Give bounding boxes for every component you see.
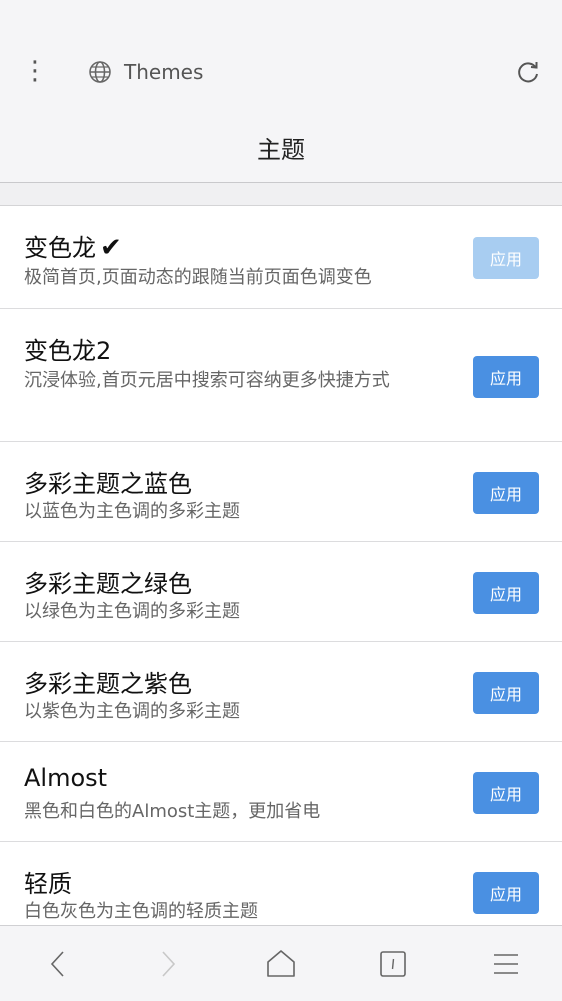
apply-button[interactable]: 应用 <box>473 472 539 514</box>
theme-name: 多彩主题之绿色 <box>24 570 192 598</box>
theme-description: 黑色和白色的Almost主题，更加省电 <box>24 801 321 822</box>
apply-button[interactable]: 应用 <box>473 672 539 714</box>
theme-item: 变色龙 ✔ 极简首页,页面动态的跟随当前页面色调变色 应用 <box>0 206 562 309</box>
theme-name: Almost <box>24 764 108 792</box>
theme-name: 变色龙 ✔ <box>24 228 122 263</box>
theme-name: 变色龙2 <box>24 337 112 365</box>
theme-description: 白色灰色为主色调的轻质主题 <box>24 901 258 922</box>
theme-name: 轻质 <box>24 870 72 898</box>
more-menu-icon[interactable]: ⋮ <box>22 58 48 88</box>
theme-item: 变色龙2 沉浸体验,首页元居中搜索可容纳更多快捷方式 应用 <box>0 309 562 442</box>
theme-name: 多彩主题之紫色 <box>24 670 192 698</box>
refresh-icon[interactable] <box>514 58 542 86</box>
forward-icon[interactable] <box>148 944 188 984</box>
theme-description: 以蓝色为主色调的多彩主题 <box>24 501 240 522</box>
apply-button[interactable]: 应用 <box>473 237 539 279</box>
bottom-nav-bar <box>0 925 562 1001</box>
theme-name: 多彩主题之蓝色 <box>24 470 192 498</box>
theme-description: 以绿色为主色调的多彩主题 <box>24 601 240 622</box>
status-bar <box>0 0 562 30</box>
home-icon[interactable] <box>261 944 301 984</box>
page-title: 主题 <box>257 136 305 164</box>
theme-description: 极简首页,页面动态的跟随当前页面色调变色 <box>24 267 372 288</box>
tabs-icon[interactable] <box>373 944 413 984</box>
url-text[interactable]: Themes <box>124 60 203 84</box>
browser-toolbar: ⋮ Themes 主题 <box>0 30 562 183</box>
theme-item: 多彩主题之绿色 以绿色为主色调的多彩主题 应用 <box>0 542 562 642</box>
checkmark-icon: ✔ <box>100 233 122 263</box>
apply-button[interactable]: 应用 <box>473 572 539 614</box>
apply-button[interactable]: 应用 <box>473 356 539 398</box>
theme-item: 多彩主题之蓝色 以蓝色为主色调的多彩主题 应用 <box>0 442 562 542</box>
theme-name-text: 变色龙 <box>24 234 96 262</box>
theme-item: Almost 黑色和白色的Almost主题，更加省电 应用 <box>0 742 562 842</box>
section-divider <box>0 183 562 206</box>
theme-item: 多彩主题之紫色 以紫色为主色调的多彩主题 应用 <box>0 642 562 742</box>
apply-button[interactable]: 应用 <box>473 772 539 814</box>
theme-description: 以紫色为主色调的多彩主题 <box>24 701 240 722</box>
apply-button[interactable]: 应用 <box>473 872 539 914</box>
back-icon[interactable] <box>38 944 78 984</box>
theme-description: 沉浸体验,首页元居中搜索可容纳更多快捷方式 <box>24 370 390 391</box>
globe-icon <box>89 61 111 83</box>
url-row: ⋮ Themes <box>0 48 562 98</box>
menu-icon[interactable] <box>486 944 526 984</box>
theme-list: 变色龙 ✔ 极简首页,页面动态的跟随当前页面色调变色 应用 变色龙2 沉浸体验,首… <box>0 206 562 942</box>
